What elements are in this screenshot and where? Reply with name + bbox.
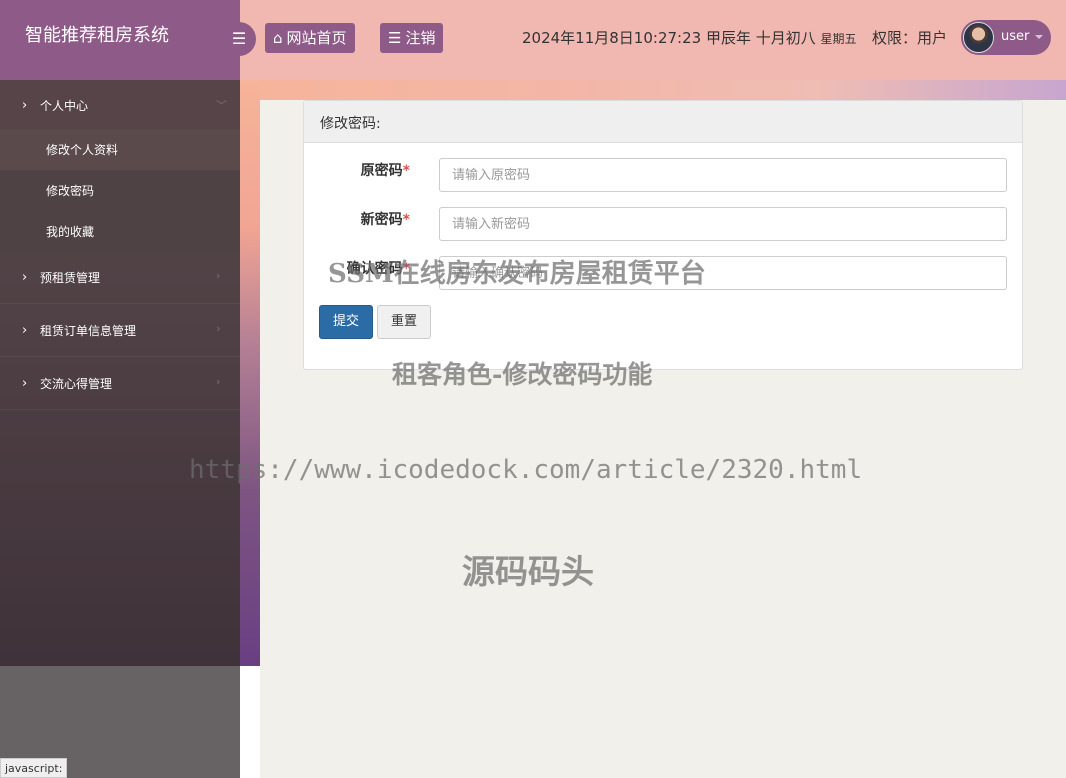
- gradient-edge: [240, 80, 260, 666]
- new-password-label: 新密码*: [304, 209, 410, 229]
- field-label-text: 新密码: [360, 212, 403, 228]
- chevron-down-icon: ﹀: [216, 99, 227, 112]
- sidebar-group-label: 个人中心: [40, 99, 89, 113]
- new-password-input[interactable]: [439, 207, 1007, 241]
- change-password-panel: 修改密码: 原密码* 新密码* 确认密码* 提交 重置: [303, 100, 1023, 370]
- submit-button[interactable]: 提交: [319, 305, 373, 339]
- menu-toggle-button[interactable]: ☰: [222, 22, 256, 56]
- caret-down-icon: [1035, 35, 1043, 39]
- sidebar: › 个人中心 ﹀ 修改个人资料 修改密码 我的收藏 › 预租赁管理 › › 租赁…: [0, 80, 240, 666]
- brand-title: 智能推荐租房系统: [0, 0, 240, 80]
- sidebar-group-label: 预租赁管理: [40, 271, 101, 285]
- logout-label: 注销: [405, 29, 436, 47]
- username: user: [1001, 29, 1030, 44]
- sidebar-item-label: 我的收藏: [46, 225, 95, 239]
- chevron-right-small-icon: ›: [216, 375, 221, 388]
- old-password-label: 原密码*: [304, 160, 410, 180]
- chevron-right-small-icon: ›: [216, 269, 221, 282]
- browser-status-bar: javascript:: [0, 758, 68, 778]
- hamburger-icon: ☰: [231, 29, 247, 48]
- chevron-right-small-icon: ›: [216, 322, 221, 335]
- panel-title: 修改密码:: [304, 101, 1022, 143]
- confirm-password-label: 确认密码*: [304, 258, 410, 278]
- avatar: [963, 22, 994, 53]
- gradient-strip: [240, 80, 1066, 100]
- sidebar-item-favorites[interactable]: 我的收藏: [0, 211, 240, 252]
- sidebar-group-label: 交流心得管理: [40, 377, 113, 391]
- chevron-right-icon: ›: [22, 323, 28, 338]
- sidebar-group-label: 租赁订单信息管理: [40, 324, 137, 338]
- sidebar-item-label: 修改个人资料: [46, 143, 119, 157]
- sidebar-item-label: 修改密码: [46, 184, 95, 198]
- datetime-text: 2024年11月8日10:27:23 甲辰年 十月初八: [522, 29, 816, 47]
- chevron-right-icon: ›: [22, 270, 28, 285]
- chevron-right-icon: ›: [22, 376, 28, 391]
- top-header: 智能推荐租房系统 ☰ ⌂ 网站首页 ☰ 注销 2024年11月8日10:27:23 …: [0, 0, 1066, 80]
- user-menu[interactable]: user: [961, 20, 1051, 55]
- sidebar-item-change-password[interactable]: 修改密码: [0, 170, 240, 211]
- sidebar-group-experience[interactable]: › 交流心得管理 ›: [0, 358, 240, 410]
- required-mark: *: [402, 261, 410, 277]
- confirm-password-input[interactable]: [439, 256, 1007, 290]
- chevron-right-icon: ›: [22, 98, 28, 113]
- weekday-text: 星期五: [820, 32, 857, 46]
- permission-text: 权限：用户: [872, 29, 948, 47]
- field-label-text: 确认密码: [346, 261, 403, 277]
- required-mark: *: [402, 212, 410, 228]
- sidebar-group-personal-center[interactable]: › 个人中心 ﹀: [0, 80, 240, 132]
- sidebar-item-edit-profile[interactable]: 修改个人资料: [0, 129, 240, 170]
- reset-button[interactable]: 重置: [377, 305, 431, 339]
- home-label: 网站首页: [286, 29, 347, 47]
- logout-button[interactable]: ☰ 注销: [380, 23, 444, 53]
- home-button[interactable]: ⌂ 网站首页: [265, 23, 355, 53]
- datetime-display: 2024年11月8日10:27:23 甲辰年 十月初八 星期五: [522, 27, 857, 48]
- sidebar-group-pre-rental[interactable]: › 预租赁管理 ›: [0, 252, 240, 304]
- required-mark: *: [402, 163, 410, 179]
- list-icon: ☰: [388, 29, 402, 47]
- field-label-text: 原密码: [360, 163, 403, 179]
- home-icon: ⌂: [273, 29, 283, 47]
- old-password-input[interactable]: [439, 158, 1007, 192]
- content-edge-lower: [240, 666, 260, 778]
- sidebar-group-rental-orders[interactable]: › 租赁订单信息管理 ›: [0, 305, 240, 357]
